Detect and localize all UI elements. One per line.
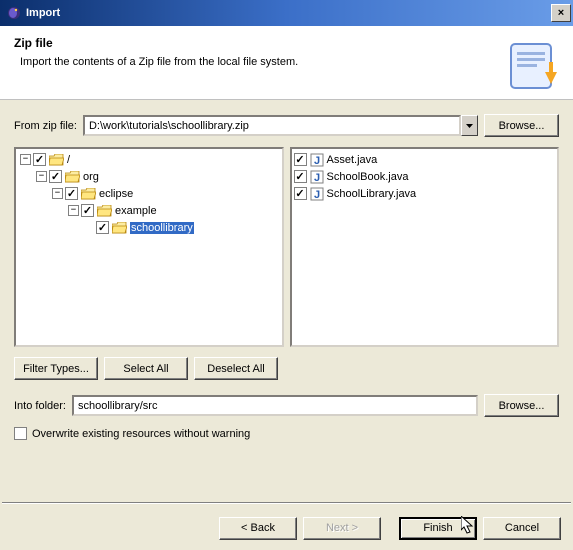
file-label: Asset.java	[327, 154, 378, 166]
filter-types-button[interactable]: Filter Types...	[14, 357, 98, 380]
folder-open-icon	[112, 222, 127, 234]
folder-open-icon	[97, 205, 112, 217]
collapse-icon[interactable]: −	[36, 171, 47, 182]
collapse-icon[interactable]: −	[52, 188, 63, 199]
java-file-icon: J	[310, 170, 324, 184]
tree-node-example[interactable]: − example	[18, 202, 280, 219]
file-item[interactable]: J Asset.java	[294, 151, 556, 168]
tree-checkbox[interactable]	[81, 204, 94, 217]
svg-text:J: J	[314, 172, 320, 184]
file-label: SchoolBook.java	[327, 171, 409, 183]
chevron-down-icon	[466, 124, 473, 128]
close-icon: ×	[558, 7, 564, 19]
browse-folder-button[interactable]: Browse...	[484, 394, 559, 417]
tree-root[interactable]: − /	[18, 151, 280, 168]
java-file-icon: J	[310, 153, 324, 167]
tree-label-selected: schoollibrary	[130, 222, 194, 234]
overwrite-checkbox[interactable]	[14, 427, 27, 440]
folder-open-icon	[49, 154, 64, 166]
into-folder-label: Into folder:	[14, 400, 66, 412]
collapse-icon[interactable]: −	[20, 154, 31, 165]
tree-label: eclipse	[99, 188, 133, 200]
titlebar: Import ×	[0, 0, 573, 26]
wizard-description: Import the contents of a Zip file from t…	[20, 56, 559, 68]
from-zip-dropdown-button[interactable]	[461, 115, 478, 136]
eclipse-icon	[6, 5, 22, 21]
tree-label: org	[83, 171, 99, 183]
separator	[2, 502, 571, 504]
tree-node-eclipse[interactable]: − eclipse	[18, 185, 280, 202]
tree-checkbox[interactable]	[33, 153, 46, 166]
tree-label: example	[115, 205, 157, 217]
into-folder-row: Into folder: Browse...	[14, 394, 559, 417]
wizard-footer: < Back Next > Finish Cancel	[0, 506, 573, 550]
file-item[interactable]: J SchoolLibrary.java	[294, 185, 556, 202]
svg-text:J: J	[314, 155, 320, 167]
back-button[interactable]: < Back	[219, 517, 297, 540]
finish-button[interactable]: Finish	[399, 517, 477, 540]
file-item[interactable]: J SchoolBook.java	[294, 168, 556, 185]
from-zip-input[interactable]	[83, 115, 461, 136]
svg-text:J: J	[314, 189, 320, 201]
tree-label: /	[67, 154, 70, 166]
into-folder-input[interactable]	[72, 395, 478, 416]
tree-node-schoollibrary[interactable]: schoollibrary	[18, 219, 280, 236]
collapse-icon[interactable]: −	[68, 205, 79, 216]
folder-open-icon	[81, 188, 96, 200]
tree-node-org[interactable]: − org	[18, 168, 280, 185]
deselect-all-button[interactable]: Deselect All	[194, 357, 278, 380]
wizard-heading: Zip file	[14, 36, 559, 50]
cancel-button[interactable]: Cancel	[483, 517, 561, 540]
tree-checkbox[interactable]	[49, 170, 62, 183]
browse-zip-button[interactable]: Browse...	[484, 114, 559, 137]
file-label: SchoolLibrary.java	[327, 188, 417, 200]
window-title: Import	[26, 7, 551, 19]
file-checkbox[interactable]	[294, 170, 307, 183]
overwrite-label: Overwrite existing resources without war…	[32, 428, 250, 440]
file-checkbox[interactable]	[294, 153, 307, 166]
select-all-button[interactable]: Select All	[104, 357, 188, 380]
from-zip-row: From zip file: Browse...	[14, 114, 559, 137]
overwrite-row[interactable]: Overwrite existing resources without war…	[14, 427, 559, 440]
file-checkbox[interactable]	[294, 187, 307, 200]
file-list-pane[interactable]: J Asset.java J SchoolBook.java J SchoolL…	[290, 147, 560, 347]
close-button[interactable]: ×	[551, 4, 571, 22]
next-button: Next >	[303, 517, 381, 540]
wizard-header: Zip file Import the contents of a Zip fi…	[0, 26, 573, 100]
tree-checkbox[interactable]	[65, 187, 78, 200]
import-hero-icon	[503, 38, 559, 94]
tree-checkbox[interactable]	[96, 221, 109, 234]
folder-tree-pane[interactable]: − / − org − eclipse −	[14, 147, 284, 347]
folder-open-icon	[65, 171, 80, 183]
from-zip-label: From zip file:	[14, 120, 77, 132]
java-file-icon: J	[310, 187, 324, 201]
